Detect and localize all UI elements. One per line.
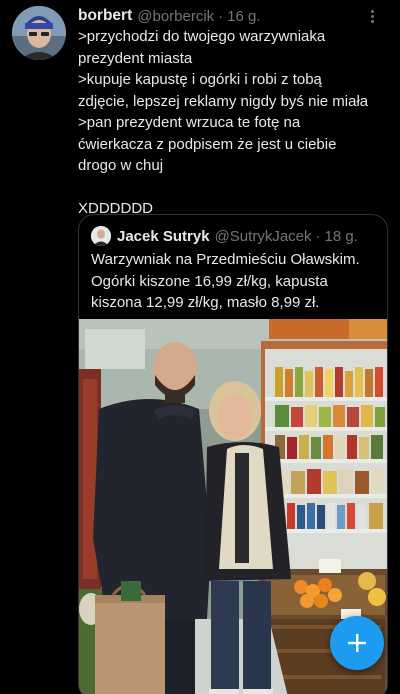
more-dots-icon[interactable] [362, 6, 382, 26]
quoted-author-handle: @SutrykJacek [214, 227, 312, 245]
tweet-header: borbert @borbercik · 16 g. [78, 6, 388, 26]
quoted-timestamp: 18 g. [324, 227, 358, 245]
tweet-line: >przychodzi do twojego warzywniaka [78, 28, 326, 45]
author-name[interactable]: borbert [78, 7, 132, 25]
author-handle[interactable]: @borbercik [137, 8, 214, 25]
quoted-author-name: Jacek Sutryk [117, 227, 210, 245]
tweet-line: drogo w chuj [78, 157, 164, 174]
tweet-line: prezydent miasta [78, 49, 193, 67]
separator-dot: · [315, 227, 321, 245]
quoted-tweet-header: Jacek Sutryk @SutrykJacek · 18 g. [91, 225, 379, 247]
timestamp[interactable]: 16 g. [227, 8, 260, 25]
plus-icon [348, 634, 366, 652]
avatar[interactable] [12, 6, 66, 60]
quoted-line: Ogórki kiszone 16,99 zł/kg, kapusta [91, 272, 328, 290]
tweet-text: >przychodzi do twojego warzywniaka prezy… [78, 26, 390, 220]
quoted-tweet-text: Warzywniak na Przedmieściu Oławskim. Ogó… [91, 249, 383, 314]
quoted-avatar [91, 226, 111, 246]
tweet-line: ćwierkacza z podpisem że jest u ciebie [78, 135, 337, 153]
tweet[interactable]: borbert @borbercik · 16 g. >przychodzi d… [0, 0, 400, 694]
tweet-line: zdjęcie, lepszej reklamy nigdy byś nie m… [78, 92, 369, 110]
tweet-line: >kupuje kapustę i ogórki i robi z tobą [78, 71, 322, 88]
tweet-line: >pan prezydent wrzuca te fotę na [78, 114, 301, 131]
quoted-line: Warzywniak na Przedmieściu Oławskim. [91, 251, 360, 268]
separator-dot: · [218, 7, 224, 25]
compose-button[interactable] [330, 616, 384, 670]
quoted-line: kiszona 12,99 zł/kg, masło 8,99 zł. [91, 294, 320, 311]
